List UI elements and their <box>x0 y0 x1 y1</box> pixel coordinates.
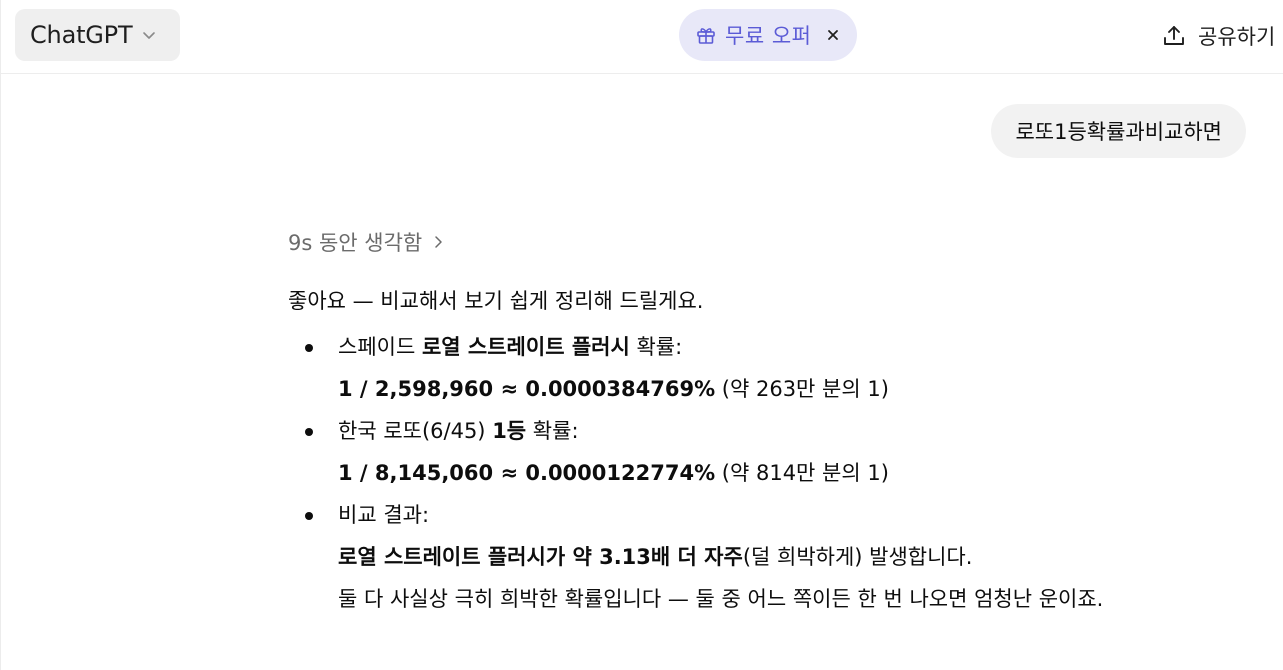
list-item-line: 1 / 8,145,060 ≈ 0.0000122774% (약 814만 분의… <box>338 452 1248 494</box>
share-label: 공유하기 <box>1198 25 1276 49</box>
list-item-line: 한국 로또(6/45) 1등 확률: <box>338 410 1248 452</box>
list-item-lotto: 한국 로또(6/45) 1등 확률: 1 / 8,145,060 ≈ 0.000… <box>288 410 1248 494</box>
list-item-line: 비교 결과: <box>338 503 430 527</box>
list-item-line: 로열 스트레이트 플러시가 약 3.13배 더 자주(덜 희박하게) 발생합니다… <box>338 536 1248 578</box>
share-upload-icon <box>1161 23 1187 49</box>
bullet-dot <box>305 344 313 352</box>
text-segment: 확률: <box>526 419 579 443</box>
thinking-label: 9s 동안 생각함 <box>288 231 423 255</box>
bold-segment: 1등 <box>492 419 527 443</box>
assistant-response: 좋아요 — 비교해서 보기 쉽게 정리해 드릴게요. 스페이드 로열 스트레이트… <box>288 280 1248 620</box>
text-segment: 스페이드 <box>338 335 422 359</box>
response-list: 스페이드 로열 스트레이트 플러시 확률: 1 / 2,598,960 ≈ 0.… <box>288 326 1248 620</box>
bold-segment: 1 / 8,145,060 ≈ 0.0000122774% <box>338 461 716 485</box>
text-segment: 확률: <box>629 335 683 359</box>
bold-segment: 로열 스트레이트 플러시 <box>421 335 630 359</box>
thinking-toggle[interactable]: 9s 동안 생각함 <box>288 226 445 258</box>
top-bar: ChatGPT 무료 오퍼 공유하기 <box>1 0 1283 74</box>
chat-page: ChatGPT 무료 오퍼 공유하기 로또1등확률과비교하면 9s 동안 생각함… <box>0 0 1283 670</box>
model-selector-button[interactable]: ChatGPT <box>15 9 180 61</box>
share-button[interactable]: 공유하기 <box>1161 18 1275 54</box>
response-intro: 좋아요 — 비교해서 보기 쉽게 정리해 드릴게요. <box>288 289 704 313</box>
bold-segment: 로열 스트레이트 플러시가 약 3.13배 더 자주 <box>338 545 743 569</box>
model-selector-label: ChatGPT <box>30 21 133 49</box>
chevron-down-icon <box>141 27 157 43</box>
free-offer-label: 무료 오퍼 <box>725 24 812 48</box>
gift-icon <box>695 24 717 46</box>
close-icon[interactable] <box>825 27 841 43</box>
bold-segment: 1 / 2,598,960 ≈ 0.0000384769% <box>338 377 716 401</box>
list-item-line: 둘 다 사실상 극히 희박한 확률입니다 — 둘 중 어느 쪽이든 한 번 나오… <box>338 587 1104 611</box>
list-item-line: 1 / 2,598,960 ≈ 0.0000384769% (약 263만 분의… <box>338 368 1248 410</box>
text-segment: 한국 로또(6/45) <box>338 419 493 443</box>
list-item-line: 스페이드 로열 스트레이트 플러시 확률: <box>338 326 1248 368</box>
bullet-dot <box>305 428 313 436</box>
user-message-bubble: 로또1등확률과비교하면 <box>991 104 1246 158</box>
bullet-dot <box>305 512 313 520</box>
text-segment: (약 814만 분의 1) <box>715 461 889 485</box>
chevron-right-icon <box>433 235 445 249</box>
list-item-comparison: 비교 결과: 로열 스트레이트 플러시가 약 3.13배 더 자주(덜 희박하게… <box>288 494 1248 620</box>
text-segment: (덜 희박하게) 발생합니다. <box>742 545 973 569</box>
list-item-royal-flush: 스페이드 로열 스트레이트 플러시 확률: 1 / 2,598,960 ≈ 0.… <box>288 326 1248 410</box>
text-segment: (약 263만 분의 1) <box>715 377 889 401</box>
free-offer-pill[interactable]: 무료 오퍼 <box>679 9 857 61</box>
